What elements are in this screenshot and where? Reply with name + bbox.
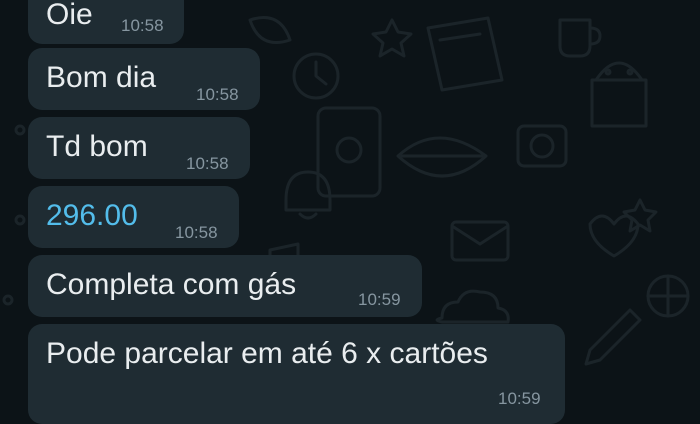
pencil-icon bbox=[584, 308, 642, 366]
message-bubble[interactable]: Completa com gás 10:59 bbox=[28, 255, 422, 317]
message-bubble[interactable]: Oie 10:58 bbox=[28, 0, 184, 44]
message-bubble[interactable]: Bom dia 10:58 bbox=[28, 48, 260, 110]
message-text[interactable]: 296.00 bbox=[46, 199, 138, 233]
leaf-icon bbox=[248, 16, 292, 44]
camera-icon bbox=[516, 124, 568, 168]
message-bubble[interactable]: Pode parcelar em até 6 x cartões 10:59 bbox=[28, 324, 565, 424]
message-timestamp: 10:58 bbox=[175, 223, 218, 242]
envelope-icon bbox=[450, 220, 510, 262]
clock-icon bbox=[292, 52, 340, 100]
message-timestamp: 10:58 bbox=[186, 154, 229, 173]
book-icon bbox=[426, 16, 504, 92]
message-timestamp: 10:59 bbox=[498, 389, 541, 408]
message-text: Bom dia bbox=[46, 61, 157, 94]
cloud-icon bbox=[435, 289, 510, 324]
cup-icon bbox=[558, 18, 602, 58]
message-text: Pode parcelar em até 6 x cartões bbox=[46, 337, 488, 370]
message-text: Td bom bbox=[46, 130, 148, 163]
message-text: Completa com gás bbox=[46, 268, 297, 301]
message-timestamp: 10:58 bbox=[196, 85, 239, 104]
message-timestamp: 10:59 bbox=[358, 290, 401, 309]
message-timestamp: 10:58 bbox=[121, 16, 164, 35]
lips-icon bbox=[396, 136, 488, 178]
ball-icon bbox=[646, 274, 690, 318]
android-icon bbox=[590, 61, 648, 128]
message-bubble[interactable]: Td bom 10:58 bbox=[28, 117, 250, 179]
message-text: Oie bbox=[46, 0, 93, 31]
dots-icon bbox=[2, 124, 26, 306]
message-bubble[interactable]: 296.00 10:58 bbox=[28, 186, 239, 248]
